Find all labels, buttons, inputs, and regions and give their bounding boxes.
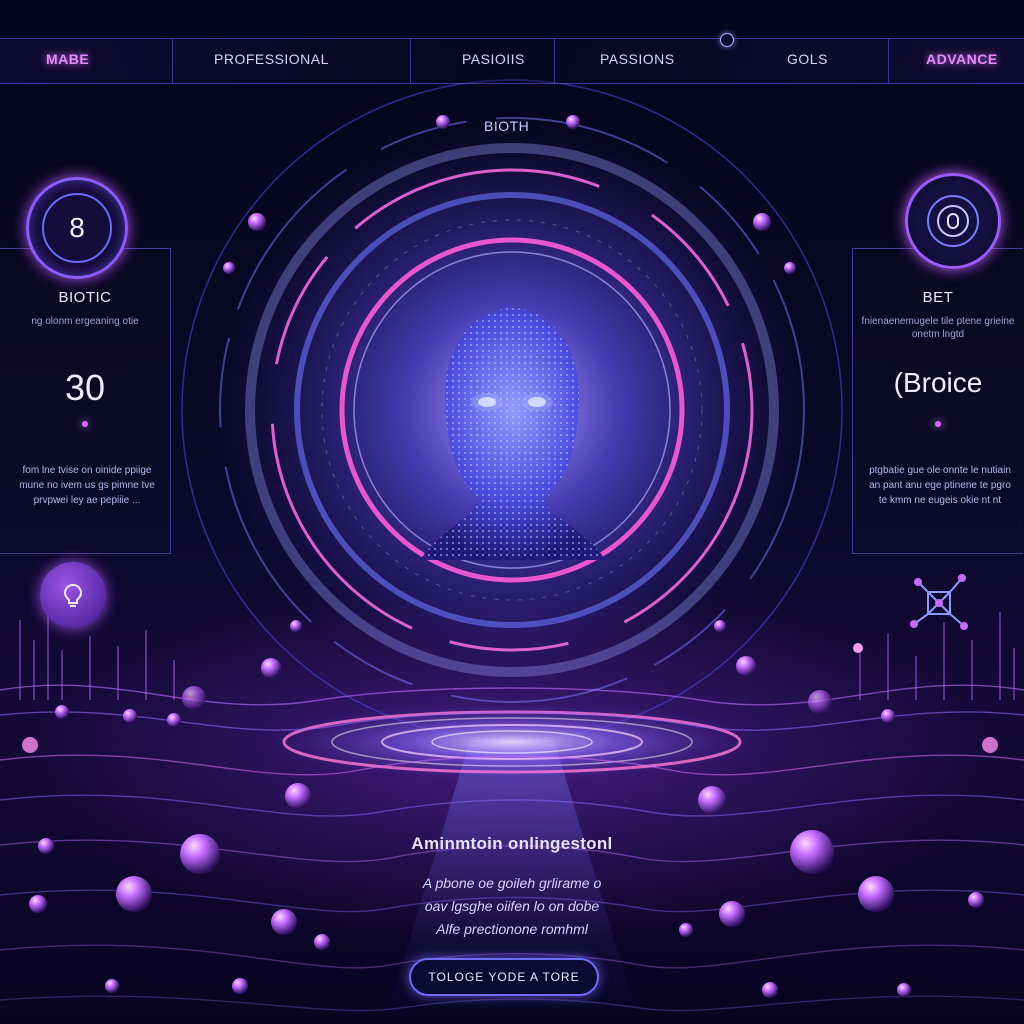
target-icon[interactable] xyxy=(905,173,1001,269)
cta-heading: Aminmtoin onlingestonl xyxy=(411,834,613,853)
target-icon-graphic xyxy=(927,195,979,247)
right-panel-subtitle: fnienaenemugele tile ptene grieine onetm… xyxy=(861,316,1015,340)
left-info-panel: BIOTIC ng olonm ergeaning otie 30 fom ln… xyxy=(0,248,171,554)
nav-divider xyxy=(172,39,173,83)
ring-counter-badge[interactable]: 8 xyxy=(26,177,128,279)
app-screen: MABE PROFESSIONAL PASIOIIS PASSIONS GOLS… xyxy=(0,0,1024,1024)
nav-item-professional[interactable]: PROFESSIONAL xyxy=(214,51,329,67)
nav-divider xyxy=(554,39,555,83)
right-panel-pin xyxy=(935,421,941,427)
right-panel-title: BET xyxy=(922,289,954,306)
nav-item-gols[interactable]: GOLS xyxy=(787,51,828,67)
right-panel-body: ptgbatie gue ole onnte le nutiain an pan… xyxy=(869,465,1011,506)
cta-line-3: Alfe prectionone romhml xyxy=(436,921,588,937)
left-panel-value: 30 xyxy=(64,367,106,408)
nav-item-mabe[interactable]: MABE xyxy=(46,51,89,67)
nav-item-pasioiis[interactable]: PASIOIIS xyxy=(462,51,525,67)
nav-divider xyxy=(410,39,411,83)
cta-line-2: oav lgsghe oiifen lo on dobe xyxy=(424,898,600,914)
nav-item-advance[interactable]: ADVANCE xyxy=(926,51,998,67)
left-panel-body: fom lne tvise on oinide ppiige mune no i… xyxy=(19,465,155,506)
nav-divider xyxy=(888,39,889,83)
left-panel-pin xyxy=(82,421,88,427)
ring-counter-value: 8 xyxy=(42,193,112,263)
cta-line-1: A pbone oe goileh grlirame o xyxy=(422,875,602,891)
right-info-panel: BET fnienaenemugele tile ptene grieine o… xyxy=(852,248,1023,554)
nav-indicator-dot xyxy=(720,33,734,47)
top-nav: MABE PROFESSIONAL PASIOIIS PASSIONS GOLS… xyxy=(0,33,1024,84)
left-panel-title: BIOTIC xyxy=(58,289,112,306)
hero-label: BIOTH xyxy=(484,118,530,134)
left-panel-subtitle: ng olonm ergeaning otie xyxy=(31,316,139,327)
nav-item-passions[interactable]: PASSIONS xyxy=(600,51,675,67)
network-nodes-icon xyxy=(910,574,968,630)
cta-button[interactable]: TOLOGE YODE A TORE xyxy=(409,958,599,996)
lightbulb-icon-graphic xyxy=(63,583,83,607)
right-panel-value: (Broice xyxy=(893,367,983,398)
cta-description: A pbone oe goileh grlirame o oav lgsghe … xyxy=(362,872,662,941)
lightbulb-icon[interactable] xyxy=(40,562,106,628)
